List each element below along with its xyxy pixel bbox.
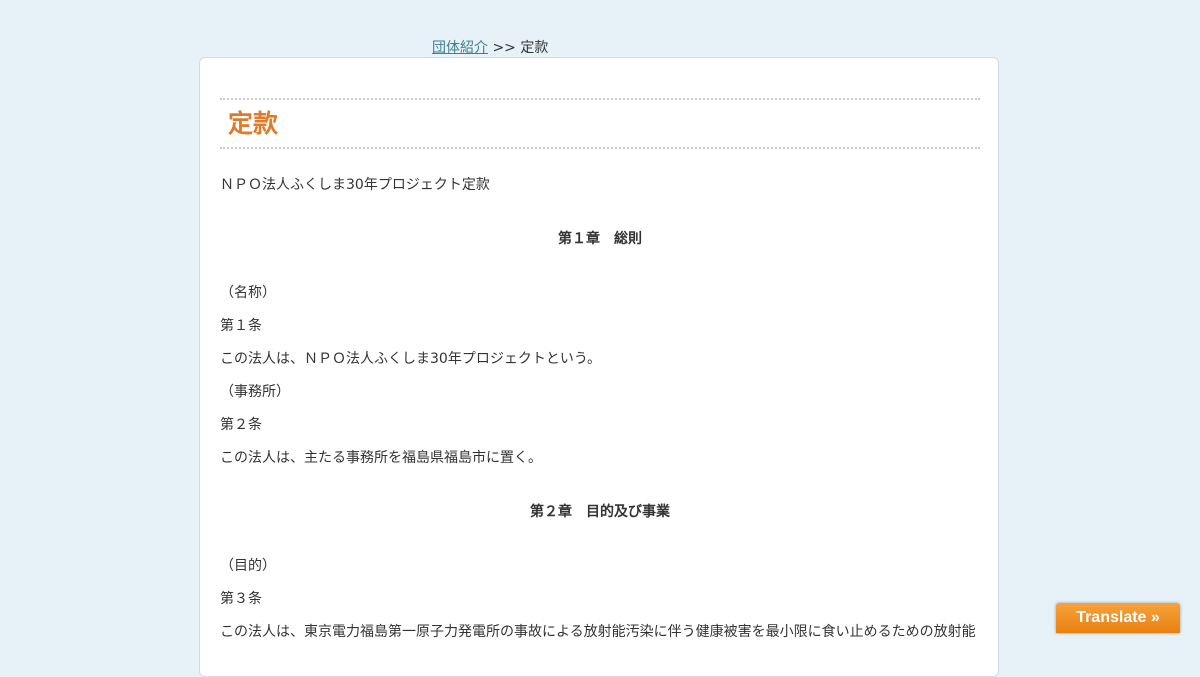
- page-title: 定款: [228, 109, 279, 138]
- article-2-text: この法人は、主たる事務所を福島県福島市に置く。: [220, 450, 542, 466]
- article-1-label: 第１条: [220, 318, 262, 334]
- translate-button[interactable]: Translate »: [1056, 603, 1180, 633]
- article-2-label: 第２条: [220, 417, 262, 433]
- chapter-1-heading: 第１章 総則: [558, 231, 642, 247]
- article-3-text: この法人は、東京電力福島第一原子力発電所の事故による放射能汚染に伴う健康被害を最…: [220, 624, 976, 640]
- chapter-2-heading: 第２章 目的及び事業: [530, 504, 670, 520]
- article-1-caption: （名称）: [220, 285, 276, 301]
- content-card: 定款 ＮＰＯ法人ふくしま30年プロジェクト定款 第１章 総則 （名称） 第１条 …: [199, 57, 999, 677]
- breadcrumb: 団体紹介 >> 定款: [432, 38, 548, 58]
- breadcrumb-current: 定款: [520, 40, 549, 56]
- article-2-caption: （事務所）: [220, 384, 290, 400]
- article-3-caption: （目的）: [220, 558, 276, 574]
- document-title: ＮＰＯ法人ふくしま30年プロジェクト定款: [220, 177, 490, 193]
- article-1-text: この法人は、ＮＰＯ法人ふくしま30年プロジェクトという。: [220, 351, 601, 367]
- breadcrumb-separator: >>: [488, 40, 521, 56]
- title-box: 定款: [220, 98, 980, 149]
- breadcrumb-link-organization[interactable]: 団体紹介: [432, 40, 488, 56]
- article-3-label: 第３条: [220, 591, 262, 607]
